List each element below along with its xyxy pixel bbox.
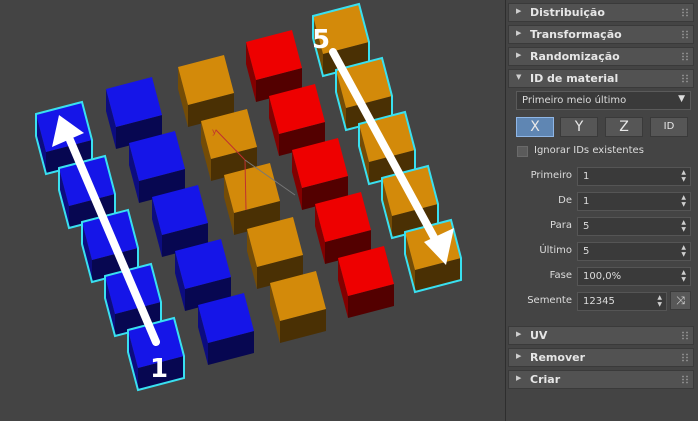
grip-icon xyxy=(681,52,689,61)
expand-arrow-icon: ▶ xyxy=(516,51,522,59)
viewport-3d[interactable]: y 1 5 xyxy=(0,0,505,421)
grip-icon xyxy=(681,8,689,17)
grip-icon xyxy=(681,74,689,83)
grip-icon xyxy=(681,331,689,340)
spinner-fase[interactable]: 100,0% ▲ ▼ xyxy=(577,267,691,286)
param-label-semente: Semente xyxy=(527,295,572,306)
grip-icon xyxy=(681,30,689,39)
spinner-arrows-icon[interactable]: ▲ ▼ xyxy=(681,169,686,183)
rollout-distribuicao[interactable]: ▶ Distribuição xyxy=(508,3,694,22)
rollout-transformacao[interactable]: ▶ Transformação xyxy=(508,25,694,44)
param-label-para: Para xyxy=(550,220,572,231)
rollout-remover[interactable]: ▶ Remover xyxy=(508,348,694,367)
scene[interactable]: y 1 5 xyxy=(0,0,505,421)
ignore-ids-checkbox[interactable] xyxy=(517,146,528,157)
expand-arrow-icon: ▶ xyxy=(516,29,522,37)
end-number-label: 5 xyxy=(312,25,330,55)
rollout-uv[interactable]: ▶ UV xyxy=(508,326,694,345)
expand-arrow-icon: ▶ xyxy=(516,352,522,360)
rollout-id-de-material[interactable]: ▼ ID de material xyxy=(508,69,694,88)
axis-x-button[interactable]: X xyxy=(516,117,554,137)
param-label-fase: Fase xyxy=(549,270,572,281)
spinner-para[interactable]: 5 ▲ ▼ xyxy=(577,217,691,236)
shuffle-seed-button[interactable]: ⤨ xyxy=(670,291,691,310)
dropdown-arrow-icon: ▼ xyxy=(678,94,685,104)
axis-id-button[interactable]: ID xyxy=(650,117,688,137)
ignore-ids-label: Ignorar IDs existentes xyxy=(534,145,644,156)
spinner-arrows-icon[interactable]: ▲ ▼ xyxy=(681,269,686,283)
param-label-de: De xyxy=(558,195,572,206)
param-label-ultimo: Último xyxy=(539,245,572,256)
collapse-arrow-icon: ▼ xyxy=(516,73,522,81)
grip-icon xyxy=(681,375,689,384)
expand-arrow-icon: ▶ xyxy=(516,374,522,382)
spinner-primeiro[interactable]: 1 ▲ ▼ xyxy=(577,167,691,186)
grip-icon xyxy=(681,353,689,362)
rollout-criar[interactable]: ▶ Criar xyxy=(508,370,694,389)
command-panel: ▶ Distribuição ▶ Transformação ▶ Randomi… xyxy=(505,0,698,421)
spinner-arrows-icon[interactable]: ▲ ▼ xyxy=(681,219,686,233)
start-number-label: 1 xyxy=(150,354,168,384)
spinner-semente[interactable]: 12345 ▲ ▼ xyxy=(577,292,667,311)
spinner-arrows-icon[interactable]: ▲ ▼ xyxy=(657,294,662,308)
spinner-arrows-icon[interactable]: ▲ ▼ xyxy=(681,194,686,208)
rollout-randomizacao[interactable]: ▶ Randomização xyxy=(508,47,694,66)
spinner-arrows-icon[interactable]: ▲ ▼ xyxy=(681,244,686,258)
expand-arrow-icon: ▶ xyxy=(516,7,522,15)
cube-22[interactable] xyxy=(270,271,326,343)
axis-y-button[interactable]: Y xyxy=(560,117,598,137)
svg-text:y: y xyxy=(212,127,217,136)
spinner-ultimo[interactable]: 5 ▲ ▼ xyxy=(577,242,691,261)
param-label-primeiro: Primeiro xyxy=(530,170,572,181)
expand-arrow-icon: ▶ xyxy=(516,330,522,338)
spinner-de[interactable]: 1 ▲ ▼ xyxy=(577,192,691,211)
mode-dropdown[interactable]: Primeiro meio último ▼ xyxy=(516,91,691,110)
cube-23[interactable] xyxy=(198,293,254,365)
cube-20[interactable] xyxy=(338,246,394,318)
axis-z-button[interactable]: Z xyxy=(605,117,643,137)
shuffle-icon: ⤨ xyxy=(676,294,685,307)
